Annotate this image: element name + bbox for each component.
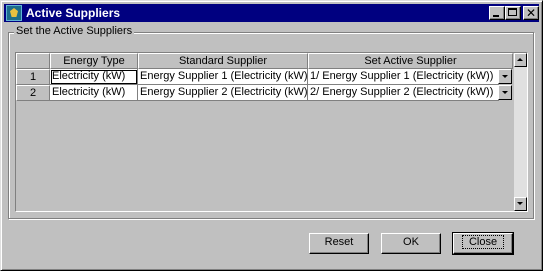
close-button[interactable]: Close	[452, 232, 514, 255]
maximize-button[interactable]	[505, 6, 521, 20]
active-supplier-select[interactable]: 1/ Energy Supplier 1 (Electricity (kW))	[308, 69, 499, 85]
maximize-icon	[508, 8, 517, 16]
vertical-scrollbar[interactable]	[514, 53, 527, 211]
window-title: Active Suppliers	[26, 6, 121, 20]
close-icon: ✕	[525, 6, 537, 20]
reset-button[interactable]: Reset	[309, 233, 369, 254]
row-header[interactable]: 1	[16, 69, 50, 85]
close-button-label: Close	[461, 235, 505, 249]
column-header-set-active-supplier[interactable]: Set Active Supplier	[308, 53, 513, 69]
energy-type-cell[interactable]: Electricity (kW)	[50, 69, 138, 85]
corner-header[interactable]	[16, 53, 50, 69]
title-bar[interactable]: Active Suppliers ✕	[4, 4, 539, 22]
chevron-down-icon[interactable]	[498, 85, 512, 100]
scroll-down-button[interactable]	[514, 197, 527, 211]
ok-button[interactable]: OK	[381, 233, 441, 254]
energy-type-cell[interactable]: Electricity (kW)	[50, 85, 138, 101]
group-label: Set the Active Suppliers	[14, 25, 135, 37]
active-supplier-select[interactable]: 2/ Energy Supplier 2 (Electricity (kW))	[308, 85, 499, 101]
scroll-up-button[interactable]	[514, 53, 527, 67]
close-window-button[interactable]: ✕	[523, 6, 539, 20]
row-header[interactable]: 2	[16, 85, 50, 101]
minimize-button[interactable]	[489, 6, 505, 20]
column-header-standard-supplier[interactable]: Standard Supplier	[138, 53, 308, 69]
minimize-icon	[493, 15, 499, 17]
app-icon[interactable]	[6, 5, 22, 21]
standard-supplier-cell[interactable]: Energy Supplier 2 (Electricity (kW))	[138, 85, 308, 101]
column-header-energy-type[interactable]: Energy Type	[50, 53, 138, 69]
chevron-down-icon[interactable]	[498, 69, 512, 84]
standard-supplier-cell[interactable]: Energy Supplier 1 (Electricity (kW))	[138, 69, 308, 85]
suppliers-grid[interactable]: Energy Type Standard Supplier Set Active…	[15, 52, 528, 212]
